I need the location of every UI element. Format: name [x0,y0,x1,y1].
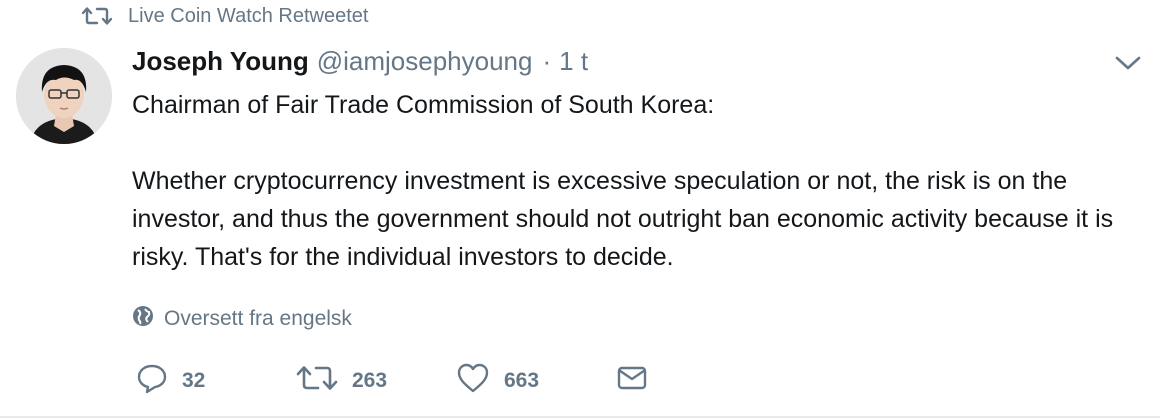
tweet-text-line1: Chairman of Fair Trade Commission of Sou… [132,91,715,119]
avatar[interactable] [16,48,112,144]
globe-icon [132,305,154,333]
heart-icon [456,362,490,400]
author-name[interactable]: Joseph Young [132,46,309,77]
translate-button[interactable]: Oversett fra engelsk [132,304,352,334]
tweet-timestamp[interactable]: 1 t [559,46,588,77]
tweet-actions: 32 263 663 [136,363,648,399]
reply-count: 32 [182,369,206,392]
direct-message-button[interactable] [616,364,648,398]
author-handle[interactable]: @iamjosephyoung [317,46,533,77]
retweet-icon [296,363,338,399]
tweet-text: Chairman of Fair Trade Commission of Sou… [132,86,1122,276]
like-count: 663 [504,369,540,392]
retweet-icon [82,5,112,27]
header-separator: · [542,46,552,76]
retweet-context-label[interactable]: Live Coin Watch Retweetet [128,5,368,28]
reply-button[interactable]: 32 [136,362,296,400]
chevron-down-icon[interactable] [1114,53,1142,73]
tweet[interactable]: Live Coin Watch Retweetet Joseph Young @… [0,0,1160,420]
translate-label: Oversett fra engelsk [164,307,352,330]
retweet-button[interactable]: 263 [296,363,456,399]
tweet-header: Joseph Young @iamjosephyoung · 1 t [132,46,588,80]
retweet-context: Live Coin Watch Retweetet [82,4,368,28]
tweet-text-line2: Whether cryptocurrency investment is exc… [132,167,1114,271]
tweet-divider [0,416,1160,418]
envelope-icon [616,364,648,398]
reply-icon [136,362,168,400]
retweet-count: 263 [352,369,388,392]
like-button[interactable]: 663 [456,362,616,400]
